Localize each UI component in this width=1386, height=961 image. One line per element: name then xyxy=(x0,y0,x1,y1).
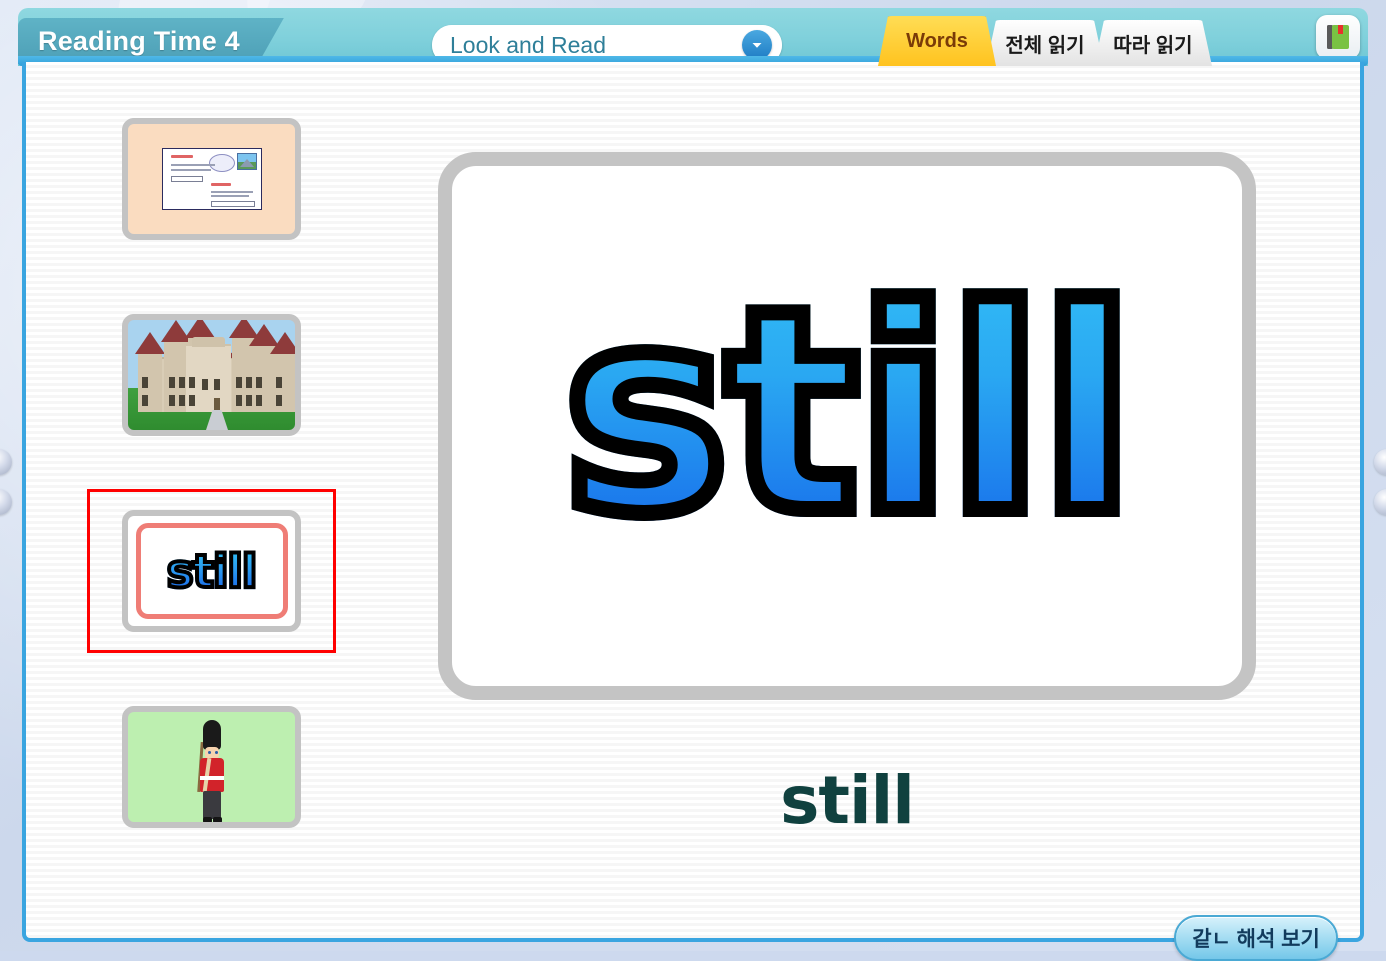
thumbnail-item-still-word[interactable]: still xyxy=(87,489,336,653)
right-edge-nub-button[interactable] xyxy=(1374,449,1386,475)
thumbnail-item-envelope[interactable] xyxy=(104,114,319,244)
left-edge-nub-button[interactable] xyxy=(0,489,12,515)
royal-guard-graphic xyxy=(190,720,234,822)
stamp-icon xyxy=(236,153,257,170)
thumbnail-item-castle[interactable] xyxy=(104,310,319,440)
guard-image xyxy=(122,706,301,828)
envelope-image xyxy=(122,118,301,240)
view-translation-label: 같ㄴ 해석 보기 xyxy=(1192,928,1320,951)
thumbnail-word-text: still xyxy=(165,543,260,600)
tab-read-all[interactable]: 전체 읽기 xyxy=(986,20,1104,66)
page-title: Reading Time 4 xyxy=(38,25,240,56)
big-word-text: still xyxy=(452,166,1242,686)
activity-dropdown-value: Look and Read xyxy=(450,31,607,58)
castle-image xyxy=(122,314,301,436)
activity-dropdown[interactable]: Look and Read xyxy=(432,25,782,65)
chevron-down-icon[interactable] xyxy=(742,30,772,60)
word-card-image: still xyxy=(122,510,301,632)
tab-words[interactable]: Words xyxy=(878,16,996,66)
thumbnail-rail: still xyxy=(87,114,336,898)
word-card-inner-frame: still xyxy=(135,523,288,619)
tab-bar: Words 전체 읽기 따라 읽기 xyxy=(878,14,1202,66)
book-icon[interactable] xyxy=(1316,15,1360,59)
app-header: Reading Time 4 Look and Read Words 전체 읽기… xyxy=(18,8,1368,66)
left-edge-nub-button[interactable] xyxy=(0,449,12,475)
word-display-card: still xyxy=(438,152,1256,700)
tab-read-along[interactable]: 따라 읽기 xyxy=(1094,20,1212,66)
caption-word-text: still xyxy=(780,762,915,839)
envelope-graphic xyxy=(161,148,262,210)
postmark-icon xyxy=(208,154,235,172)
content-panel: still still still 같ㄴ 해석 보기 xyxy=(22,62,1364,961)
title-banner: Reading Time 4 xyxy=(18,18,284,64)
thumbnail-item-guard[interactable] xyxy=(104,702,319,832)
view-translation-button[interactable]: 같ㄴ 해석 보기 xyxy=(1174,915,1338,961)
right-edge-nub-button[interactable] xyxy=(1374,489,1386,515)
app-root: Reading Time 4 Look and Read Words 전체 읽기… xyxy=(0,0,1386,961)
